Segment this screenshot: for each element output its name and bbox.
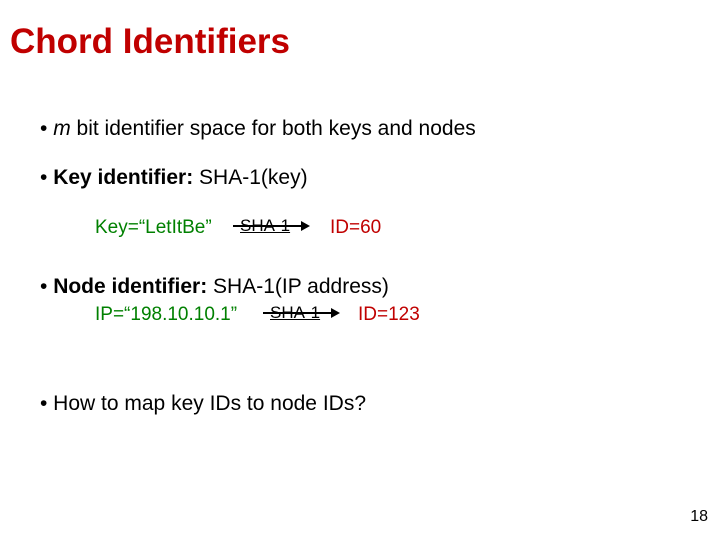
bullet-1-prefix: • — [40, 117, 53, 140]
bullet-3-prefix: • — [40, 275, 53, 298]
bullet-1-m: m — [53, 117, 71, 140]
example-2-ip: IP=“198.10.10.1” — [95, 304, 237, 326]
slide-title: Chord Identifiers — [10, 22, 290, 62]
bullet-3: • Node identifier: SHA-1(IP address) — [40, 275, 389, 299]
example-1-id: ID=60 — [330, 217, 381, 239]
page-number: 18 — [690, 508, 708, 526]
bullet-4: • How to map key IDs to node IDs? — [40, 392, 366, 416]
bullet-2: • Key identifier: SHA-1(key) — [40, 166, 308, 190]
bullet-1: • m bit identifier space for both keys a… — [40, 117, 476, 141]
example-2-id: ID=123 — [358, 304, 420, 326]
bullet-3-bold: Node identifier: — [53, 275, 207, 298]
bullet-2-rest: SHA-1(key) — [193, 166, 307, 189]
example-1-key: Key=“LetItBe” — [95, 217, 212, 239]
example-2-sha-label: SHA-1 — [270, 303, 320, 323]
example-1-sha-label: SHA-1 — [240, 216, 290, 236]
bullet-2-prefix: • — [40, 166, 53, 189]
bullet-3-rest: SHA-1(IP address) — [207, 275, 389, 298]
bullet-2-bold: Key identifier: — [53, 166, 193, 189]
bullet-1-rest: bit identifier space for both keys and n… — [71, 117, 476, 140]
